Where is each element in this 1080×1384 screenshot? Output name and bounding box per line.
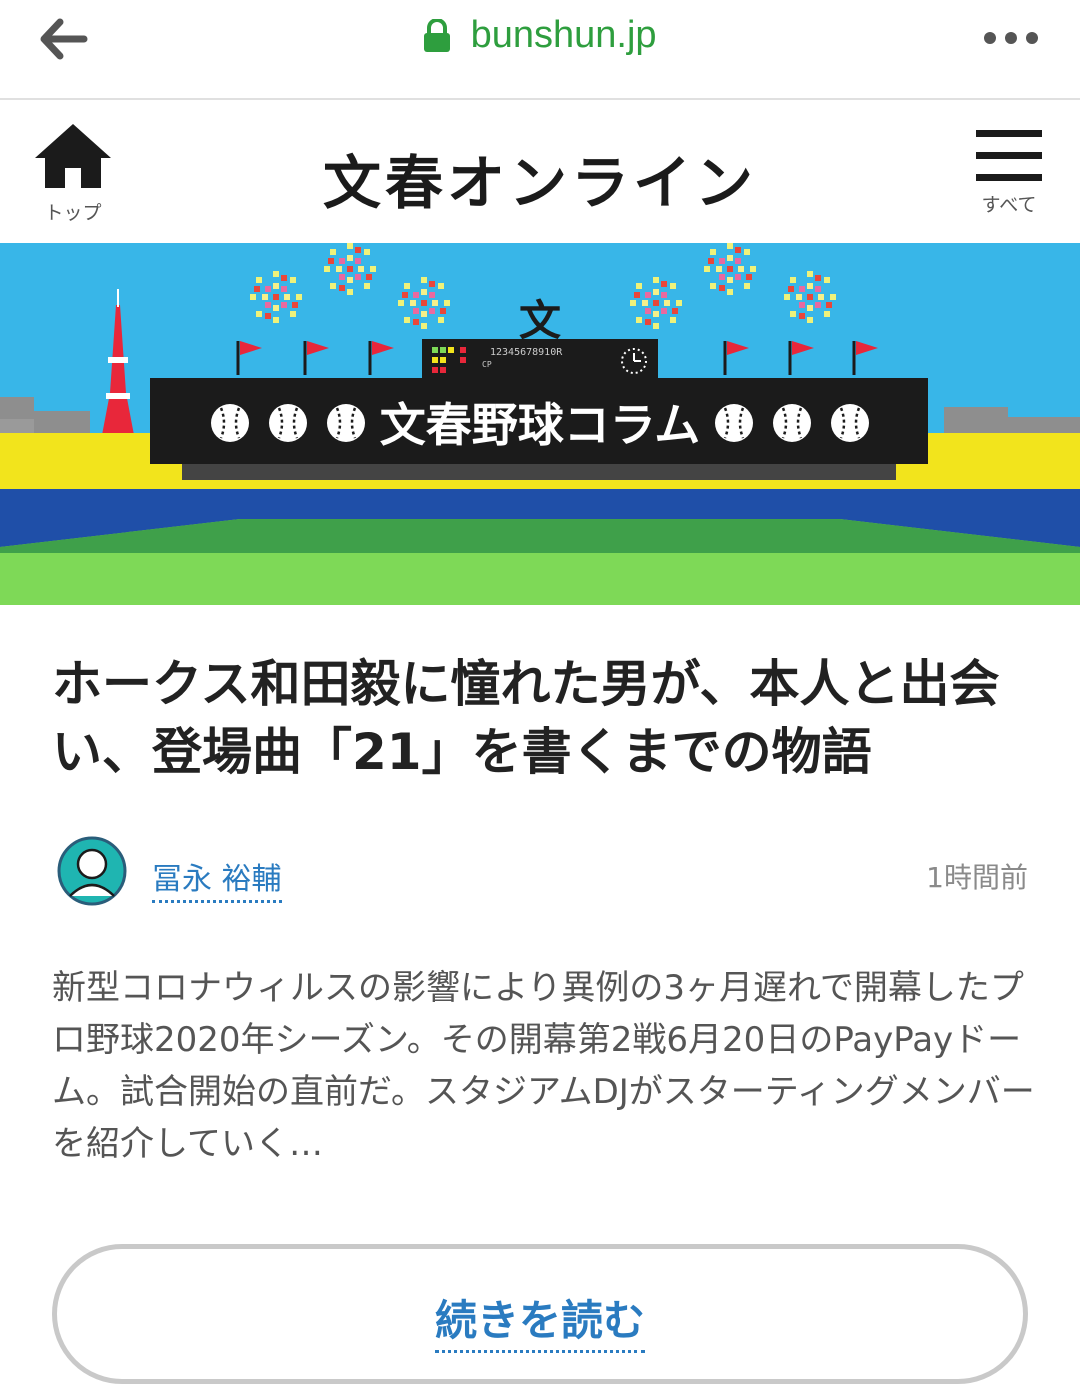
article-lead: 新型コロナウィルスの影響により異例の3ヶ月遅れで開幕したプロ野球2020年シーズ… <box>52 968 1035 1164</box>
scoreboard-numbers: 12345678910R <box>490 347 563 358</box>
avatar[interactable] <box>52 836 132 906</box>
url-text: bunshun.jp <box>470 14 657 56</box>
scoreboard-rows: CP <box>482 360 492 369</box>
site-logo[interactable]: 文春オンライン <box>0 136 1080 220</box>
site-header: トップ 文春オンライン すべて <box>0 100 1080 243</box>
menu-label: すべて <box>981 194 1037 216</box>
author-row: 冨永 裕輔 1時間前 <box>52 836 1032 906</box>
baseball-column-banner[interactable]: 12345678910R CP 文 文春野球コラム <box>0 243 1080 605</box>
read-more-button[interactable]: 続きを読む <box>52 1244 1028 1384</box>
browser-toolbar: bunshun.jp <box>0 0 1080 100</box>
author-name-link[interactable]: 冨永 裕輔 <box>152 854 282 903</box>
timestamp: 1時間前 <box>926 861 1028 894</box>
more-dots-icon[interactable] <box>982 28 1040 48</box>
banner-title: 文春野球コラム <box>380 398 701 452</box>
article-title[interactable]: ホークス和田毅に憧れた男が、本人と出会い、登場曲「21」を書くまでの物語 <box>52 650 1042 786</box>
address-bar[interactable]: bunshun.jp <box>0 14 1080 57</box>
hamburger-menu-icon <box>976 130 1042 181</box>
banner-emblem: 文 <box>519 296 561 345</box>
lock-icon <box>424 18 451 52</box>
menu-button[interactable]: すべて <box>972 128 1046 217</box>
read-more-label: 続きを読む <box>434 1287 645 1353</box>
